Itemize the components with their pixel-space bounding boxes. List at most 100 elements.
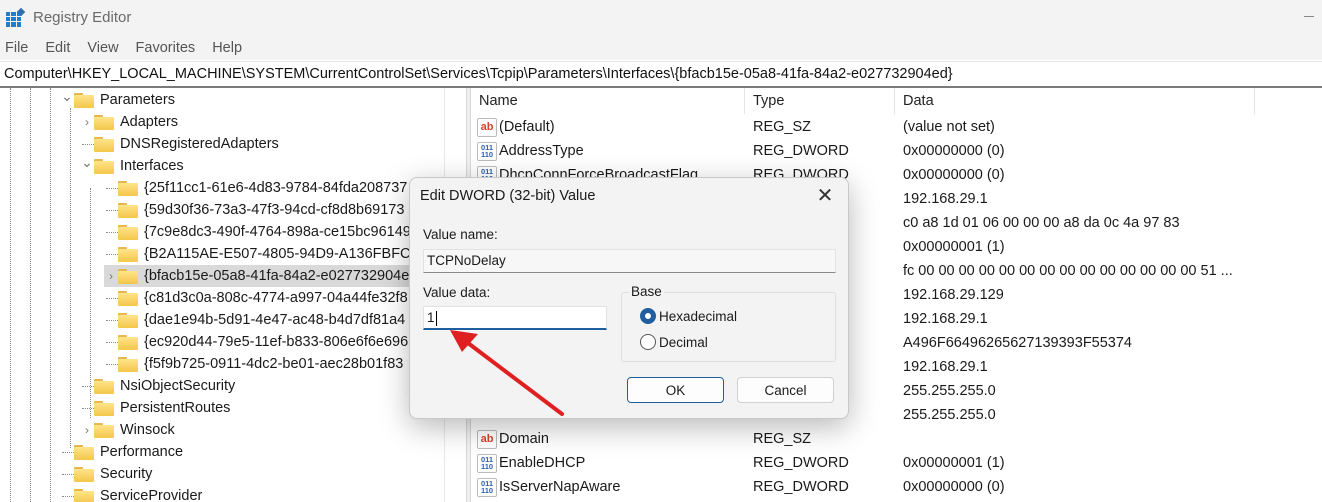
menu-help[interactable]: Help — [212, 40, 242, 56]
radio-hexadecimal-label: Hexadecimal — [659, 308, 738, 324]
folder-icon — [94, 158, 114, 174]
radio-selected-icon[interactable] — [640, 308, 656, 324]
edit-dword-dialog: Edit DWORD (32-bit) Value ✕ Value name: … — [409, 177, 849, 419]
value-data: c0 a8 1d 01 06 00 00 00 a8 da 0c 4a 97 8… — [903, 215, 1180, 231]
tree-node[interactable]: {59d30f36-73a3-47f3-94cd-cf8d8b69173 — [104, 199, 444, 221]
tree-node[interactable]: ⌄ Parameters — [60, 88, 444, 111]
tree-node[interactable]: {f5f9b725-0911-4dc2-be01-aec28b01f83 — [104, 353, 444, 375]
binary-value-icon: 011110 — [477, 453, 497, 473]
tree-node[interactable]: {dae1e94b-5d91-4e47-ac48-b4d7df81a4 — [104, 309, 444, 331]
value-data: 0x00000001 (1) — [903, 455, 1005, 471]
column-header-type[interactable]: Type — [745, 88, 895, 114]
folder-icon — [94, 136, 114, 152]
tree-node-label: ServiceProvider — [100, 488, 203, 502]
tree-node-label: {dae1e94b-5d91-4e47-ac48-b4d7df81a4 — [144, 312, 406, 328]
tree-node[interactable]: NsiObjectSecurity — [80, 375, 444, 397]
table-row[interactable]: 011 110 IsServerNapAware REG_DWORD 0x0000000… — [471, 475, 1322, 499]
tree-node[interactable]: ⌄ Interfaces — [80, 154, 444, 177]
tree-node[interactable]: › Adapters — [80, 111, 444, 133]
tree-node[interactable]: › Winsock — [80, 419, 444, 441]
folder-icon — [74, 466, 94, 482]
tree-node[interactable]: Performance — [60, 441, 444, 463]
tree-node[interactable]: DNSRegisteredAdapters — [80, 133, 444, 155]
chevron-right-icon[interactable]: › — [80, 423, 94, 437]
value-name-label: Value name: — [423, 227, 498, 242]
tree-node-label: PersistentRoutes — [120, 400, 231, 416]
value-type: REG_DWORD — [753, 455, 849, 471]
chevron-right-icon[interactable]: › — [80, 115, 94, 129]
table-row[interactable]: 011 110 AddressType REG_DWORD 0x00000000 (0) — [471, 139, 1322, 163]
menu-favorites[interactable]: Favorites — [136, 40, 196, 56]
title-bar: Registry Editor — [0, 0, 1322, 35]
table-row[interactable]: ab (Default) REG_SZ (value not set) — [471, 115, 1322, 139]
chevron-down-icon[interactable]: ⌄ — [80, 154, 94, 171]
text-caret — [435, 310, 437, 326]
folder-icon — [118, 180, 138, 196]
folder-icon — [94, 400, 114, 416]
value-name: IsServerNapAware — [499, 479, 621, 495]
tree-node[interactable]: Security — [60, 463, 444, 485]
folder-icon — [94, 378, 114, 394]
chevron-down-icon[interactable]: ⌄ — [60, 88, 74, 105]
tree-node-label: NsiObjectSecurity — [120, 378, 236, 394]
value-type: REG_SZ — [753, 119, 812, 135]
menu-view[interactable]: View — [87, 40, 118, 56]
folder-icon — [94, 114, 114, 130]
address-bar[interactable]: Computer\HKEY_LOCAL_MACHINE\SYSTEM\Curre… — [0, 61, 1322, 86]
folder-icon — [74, 92, 94, 108]
value-data: A496F66496265627139393F55374 — [903, 335, 1132, 351]
tree-node[interactable]: {ec920d44-79e5-11ef-b833-806e6f6e696 — [104, 331, 444, 353]
chevron-right-icon[interactable]: › — [104, 269, 118, 283]
tree-node[interactable]: {25f11cc1-61e6-4d83-9784-84fda208737 — [104, 177, 444, 199]
value-data: (value not set) — [903, 119, 995, 135]
value-data-input[interactable]: 1 — [423, 306, 607, 330]
menu-edit[interactable]: Edit — [45, 40, 70, 56]
value-data: 0x00000000 (0) — [903, 479, 1005, 495]
tree-guide-line — [10, 88, 11, 502]
menu-file[interactable]: File — [5, 40, 28, 56]
tree-guide-line — [30, 88, 31, 502]
tree-node-label: Winsock — [120, 422, 175, 438]
tree-node-label: DNSRegisteredAdapters — [120, 136, 279, 152]
tree-node-label: {bfacb15e-05a8-41fa-84a2-e027732904e — [144, 268, 410, 284]
column-header-data[interactable]: Data — [895, 88, 1255, 114]
tree-node[interactable]: › {bfacb15e-05a8-41fa-84a2-e027732904e — [104, 265, 444, 287]
tree-node-label: {25f11cc1-61e6-4d83-9784-84fda208737 — [144, 180, 408, 196]
radio-unselected-icon[interactable] — [640, 334, 656, 350]
column-header-name[interactable]: Name — [471, 88, 745, 114]
value-name: (Default) — [499, 119, 555, 135]
tree-node[interactable]: {c81d3c0a-808c-4774-a997-04a44fe32f8 — [104, 287, 444, 309]
folder-icon — [118, 312, 138, 328]
minimize-button[interactable] — [1304, 16, 1314, 17]
tree-node-label: Interfaces — [120, 158, 184, 174]
tree-node-label: Security — [100, 466, 153, 482]
value-data: 192.168.29.1 — [903, 191, 988, 207]
cell-name: 011 110 IsServerNapAware — [471, 477, 745, 497]
cancel-button[interactable]: Cancel — [737, 377, 834, 403]
tree-node-label: {59d30f36-73a3-47f3-94cd-cf8d8b69173 — [144, 202, 405, 218]
radio-decimal[interactable]: Decimal — [640, 334, 708, 350]
tree-node-label: Performance — [100, 444, 184, 460]
value-type: REG_DWORD — [753, 479, 849, 495]
table-row[interactable]: 011 110 EnableDHCP REG_DWORD 0x00000001 (1) — [471, 451, 1322, 475]
base-group — [621, 292, 836, 362]
tree-node[interactable]: {B2A115AE-E507-4805-94D9-A136FBFC3 — [104, 243, 444, 265]
folder-icon — [74, 488, 94, 502]
key-tree[interactable]: ⌄ Parameters › Adapters DNSRegisteredAdapter… — [0, 88, 468, 502]
tree-node[interactable]: {7c9e8dc3-490f-4764-898a-ce15bc96149 — [104, 221, 444, 243]
binary-value-icon: 011110 — [477, 477, 497, 497]
radio-hexadecimal[interactable]: Hexadecimal — [640, 308, 737, 324]
address-path[interactable]: Computer\HKEY_LOCAL_MACHINE\SYSTEM\Curre… — [4, 66, 953, 82]
ok-button[interactable]: OK — [627, 377, 724, 403]
tree-node-label: {B2A115AE-E507-4805-94D9-A136FBFC3 — [144, 246, 419, 262]
table-row[interactable]: ab Domain REG_SZ — [471, 427, 1322, 451]
string-value-icon: ab — [477, 117, 497, 137]
tree-node[interactable]: PersistentRoutes — [80, 397, 444, 419]
tree-node[interactable]: ServiceProvider — [60, 485, 444, 502]
value-data: 255.255.255.0 — [903, 407, 996, 423]
value-data: 0x00000000 (0) — [903, 143, 1005, 159]
value-data: 192.168.29.1 — [903, 311, 988, 327]
close-icon[interactable]: ✕ — [812, 184, 838, 208]
folder-icon — [118, 290, 138, 306]
tree-node-label: Parameters — [100, 92, 175, 108]
